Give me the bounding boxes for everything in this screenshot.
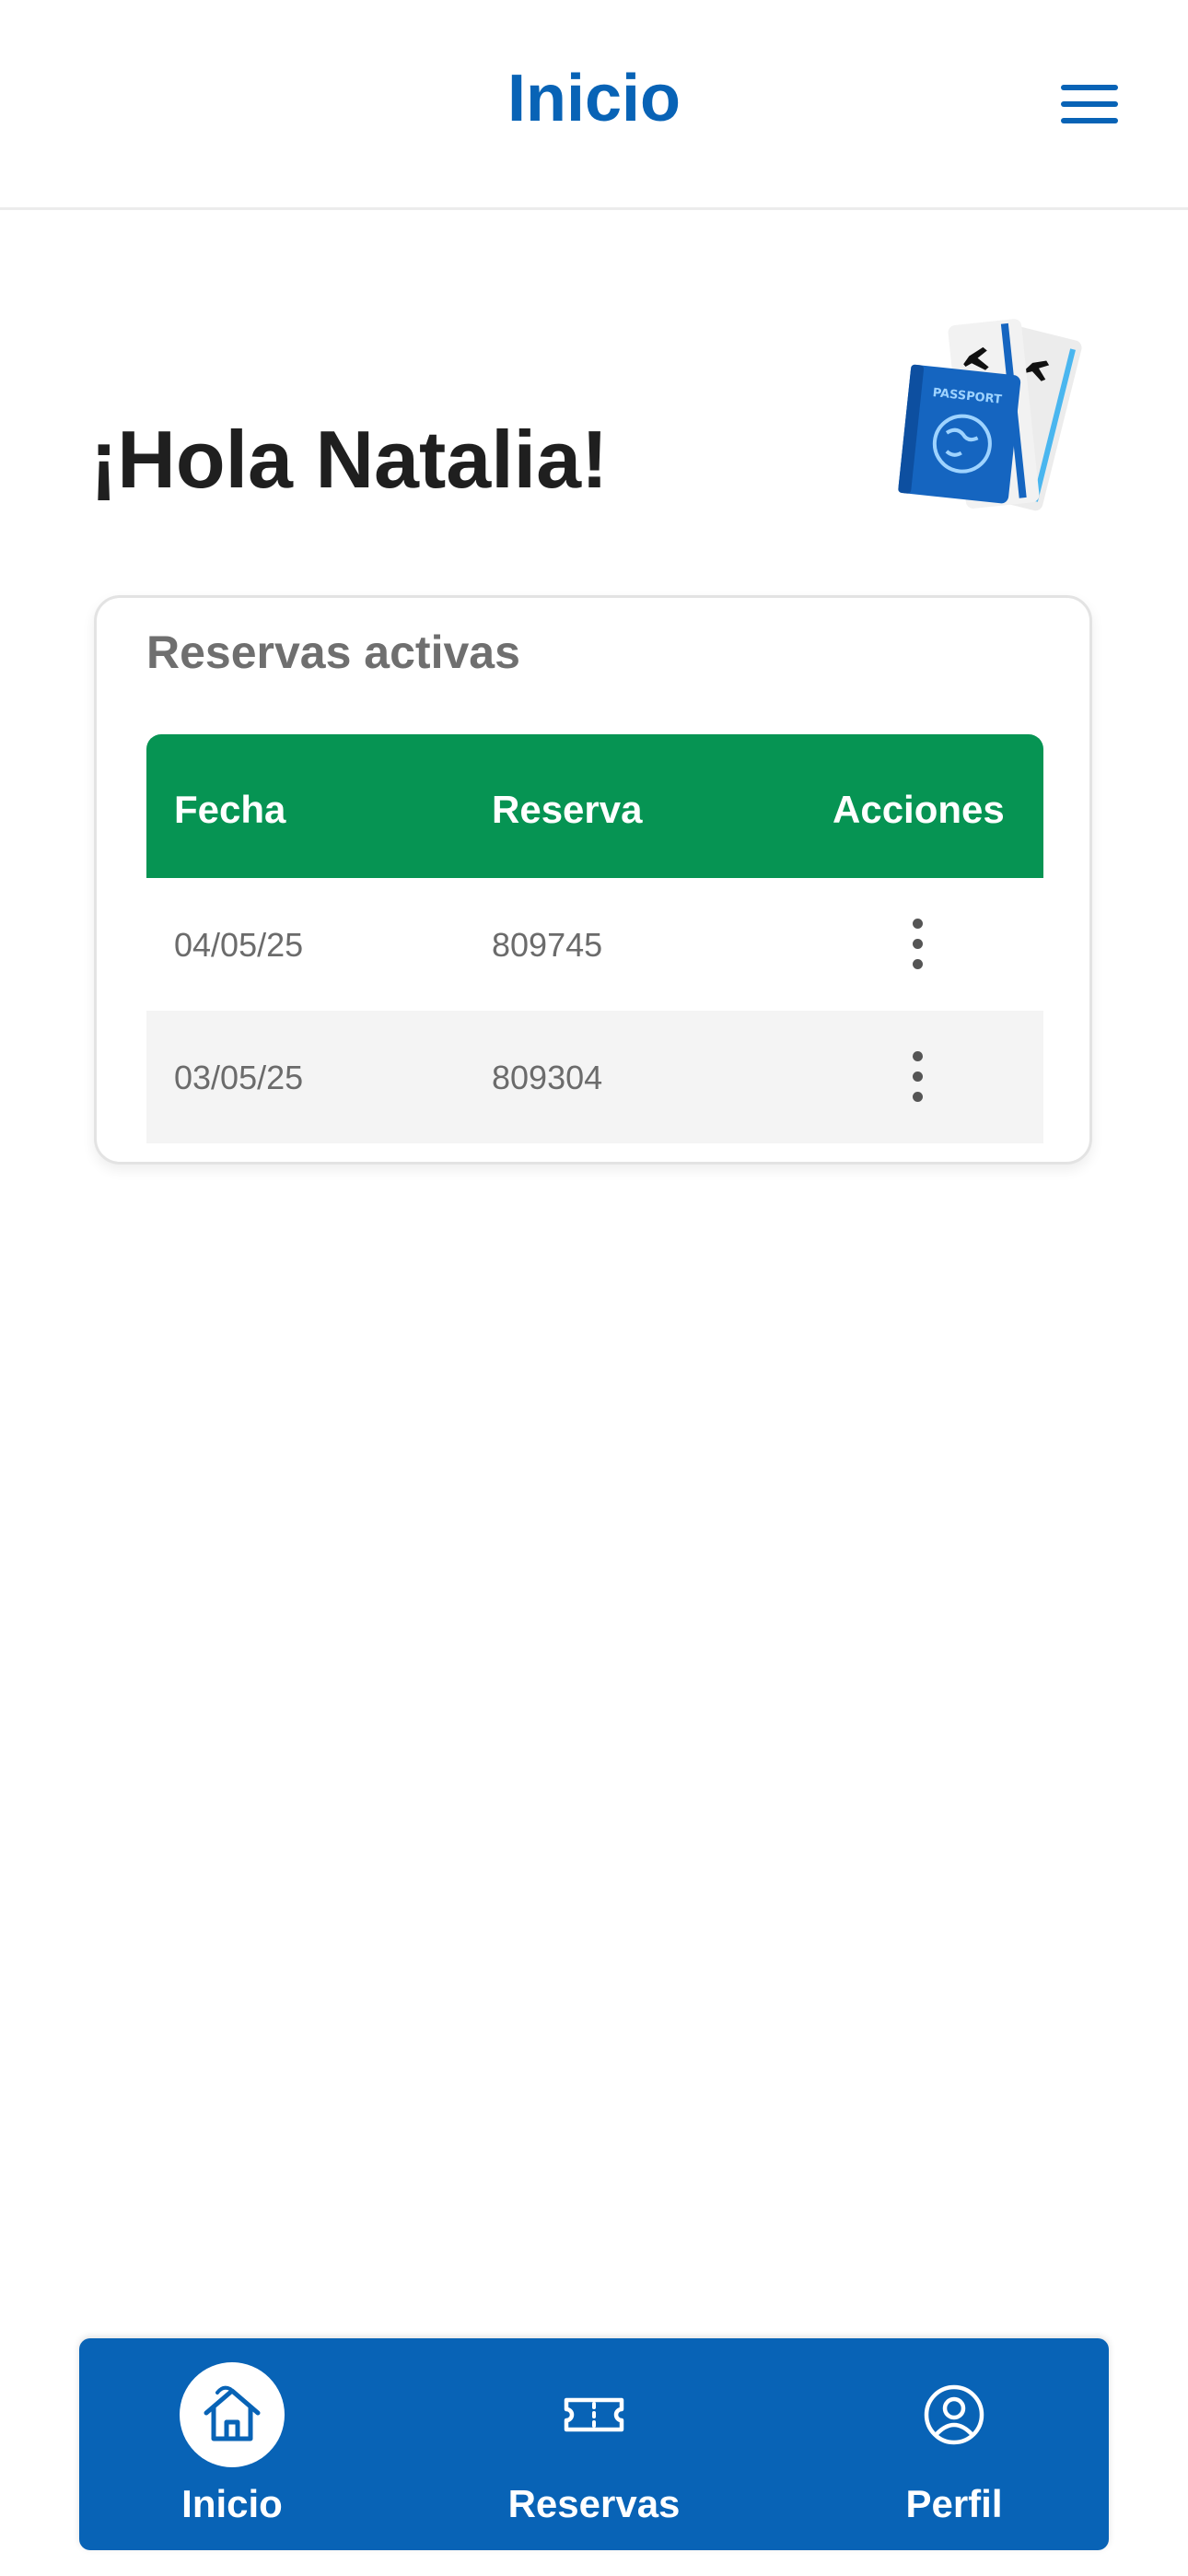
reservation-date: 03/05/25 [174, 1059, 304, 1096]
table-header: Fecha Reserva Acciones [146, 734, 1043, 878]
nav-item-perfil[interactable]: Perfil [816, 2338, 1092, 2550]
reservations-table: Fecha Reserva Acciones 04/05/25 809745 0… [146, 734, 1043, 1143]
nav-label-reservas: Reservas [507, 2482, 681, 2525]
card-title: Reservas activas [146, 626, 520, 678]
user-circle-icon [902, 2362, 1007, 2467]
more-vertical-icon[interactable] [898, 911, 938, 978]
nav-item-reservas[interactable]: Reservas [456, 2338, 732, 2550]
column-header-reserva: Reserva [492, 788, 643, 831]
active-reservations-card: Reservas activas Fecha Reserva Acciones … [94, 595, 1092, 1165]
reservation-number: 809304 [492, 1059, 603, 1096]
more-vertical-icon[interactable] [898, 1044, 938, 1110]
home-icon [180, 2362, 285, 2467]
hamburger-menu-icon[interactable] [1061, 81, 1122, 127]
table-row[interactable]: 04/05/25 809745 [146, 878, 1043, 1011]
home-screen: Inicio ¡Hola Natalia! PASSPORT Reservas … [0, 0, 1188, 2576]
reservation-number: 809745 [492, 926, 603, 964]
nav-item-inicio[interactable]: Inicio [94, 2338, 370, 2550]
nav-label-perfil: Perfil [905, 2482, 1003, 2525]
reservation-date: 04/05/25 [174, 926, 304, 964]
table-row[interactable]: 03/05/25 809304 [146, 1011, 1043, 1143]
column-header-fecha: Fecha [174, 788, 286, 831]
page-title: Inicio [507, 62, 681, 135]
app-header: Inicio [0, 0, 1188, 210]
ticket-icon [542, 2362, 646, 2467]
greeting-text: ¡Hola Natalia! [90, 414, 609, 505]
column-header-acciones: Acciones [833, 788, 1005, 831]
bottom-navigation: Inicio Reservas Perfil [79, 2338, 1109, 2550]
nav-label-inicio: Inicio [181, 2482, 283, 2525]
passport-tickets-illustration: PASSPORT [898, 319, 1082, 511]
